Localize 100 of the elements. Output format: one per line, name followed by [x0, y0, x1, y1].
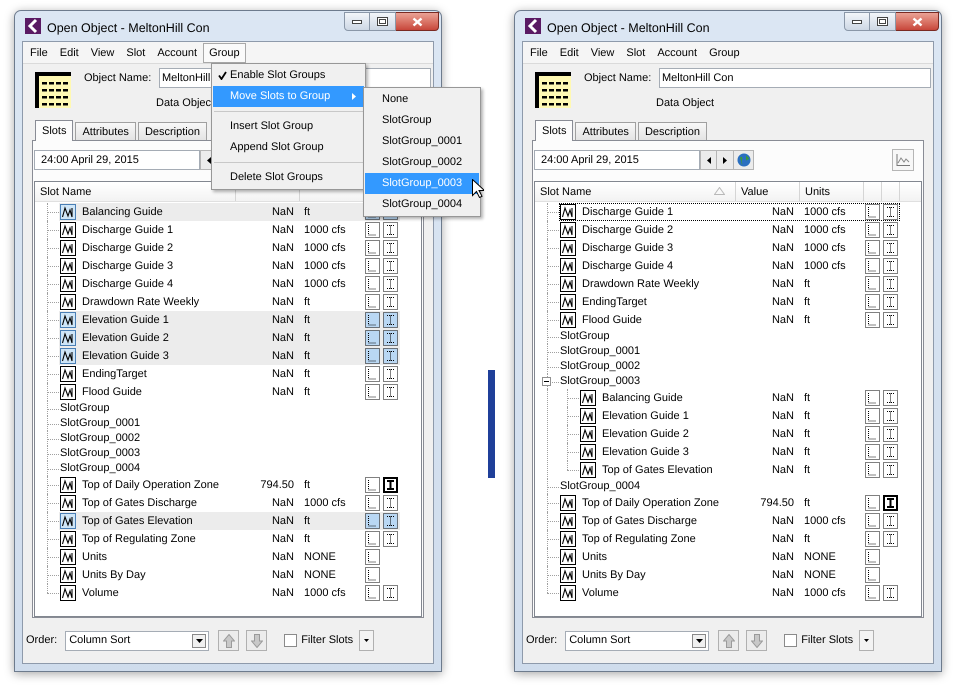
table-row[interactable]: Top of Gates Elevation NaN ft — [59, 512, 400, 530]
flag-icon[interactable] — [365, 567, 380, 583]
flag-icon[interactable] — [883, 585, 898, 601]
flag-icon[interactable] — [883, 240, 898, 256]
flag-icon[interactable] — [865, 204, 880, 220]
flag-icon[interactable] — [865, 258, 880, 274]
tab[interactable]: Slots — [35, 120, 74, 141]
menu-item[interactable]: Append Slot Group — [213, 137, 364, 158]
menu-item[interactable]: Edit — [54, 42, 85, 62]
flag-icon[interactable] — [365, 513, 380, 529]
flag-icon[interactable] — [865, 240, 880, 256]
flag-icon[interactable] — [365, 258, 380, 274]
table-cell[interactable]: SlotGroup_0002 — [59, 431, 140, 446]
plot-button[interactable] — [892, 149, 914, 171]
flag-icon[interactable] — [383, 222, 398, 238]
menu-item[interactable]: Account — [151, 42, 204, 62]
table-row[interactable]: Top of Gates Elevation NaN ft — [579, 461, 900, 479]
menu-item[interactable]: File — [24, 42, 54, 62]
flag-icon[interactable] — [865, 513, 880, 529]
flag-icon[interactable] — [883, 444, 898, 460]
order-dropdown[interactable]: Column Sort — [565, 630, 710, 650]
table-row[interactable]: Flood Guide NaN ft — [559, 311, 900, 329]
table-row[interactable]: Top of Gates Discharge NaN 1000 cfs — [559, 512, 900, 530]
column-header[interactable]: Units — [800, 182, 864, 201]
table-row[interactable]: Units By Day NaN NONE — [559, 566, 900, 584]
menu-item[interactable]: SlotGroup — [365, 110, 479, 131]
flag-icon[interactable] — [365, 222, 380, 238]
flag-icon[interactable] — [883, 408, 898, 424]
checkbox[interactable] — [784, 634, 798, 647]
column-header[interactable]: Value — [736, 182, 800, 201]
table-row[interactable]: Volume NaN 1000 cfs — [59, 584, 400, 602]
menu-item[interactable]: View — [584, 42, 620, 62]
flag-icon[interactable] — [383, 384, 398, 400]
menu-item[interactable]: None — [365, 89, 479, 110]
table-row[interactable]: Discharge Guide 2 NaN 1000 cfs — [59, 239, 400, 257]
flag-icon[interactable] — [365, 531, 380, 547]
table-row[interactable]: Units NaN NONE — [559, 548, 900, 566]
table-cell[interactable]: SlotGroup_0001 — [59, 416, 140, 431]
flag-icon[interactable] — [383, 585, 398, 601]
checkbox[interactable] — [284, 634, 298, 647]
table-row[interactable]: Volume NaN 1000 cfs — [559, 584, 900, 602]
table-cell[interactable]: SlotGroup_0002 — [559, 359, 640, 374]
flag-icon[interactable] — [365, 240, 380, 256]
flag-icon[interactable] — [883, 462, 898, 478]
minimize-button[interactable] — [844, 12, 870, 31]
flag-icon[interactable] — [883, 513, 898, 529]
table-row[interactable]: Top of Regulating Zone NaN ft — [59, 530, 400, 548]
table-row[interactable]: Balancing Guide NaN ft — [579, 389, 900, 407]
flag-icon[interactable] — [883, 312, 898, 328]
table-row[interactable]: Discharge Guide 1 NaN 1000 cfs — [559, 203, 900, 221]
maximize-button[interactable] — [370, 12, 396, 31]
flag-icon[interactable] — [365, 477, 380, 493]
table-row[interactable]: Flood Guide NaN ft — [59, 383, 400, 401]
next-button[interactable] — [717, 150, 734, 170]
table-row[interactable]: Units NaN NONE — [59, 548, 400, 566]
table-cell[interactable]: SlotGroup — [59, 401, 110, 416]
table-row[interactable]: Top of Daily Operation Zone 794.50 ft — [59, 476, 400, 494]
object-name-field[interactable]: MeltonHill Con — [659, 68, 931, 88]
flag-icon[interactable] — [383, 348, 398, 364]
flag-icon[interactable] — [383, 294, 398, 310]
table-row[interactable]: Discharge Guide 3 NaN 1000 cfs — [559, 239, 900, 257]
flag-icon[interactable] — [365, 549, 380, 565]
flag-icon[interactable] — [883, 495, 898, 511]
table-row[interactable]: Elevation Guide 3 NaN ft — [579, 443, 900, 461]
close-button[interactable] — [396, 12, 439, 31]
flag-icon[interactable] — [883, 258, 898, 274]
table-cell[interactable]: SlotGroup_0003 — [59, 446, 140, 461]
table-cell[interactable]: SlotGroup_0003 — [559, 374, 640, 389]
flag-icon[interactable] — [865, 426, 880, 442]
collapse-button[interactable] — [542, 377, 551, 386]
flag-icon[interactable] — [365, 348, 380, 364]
table-row[interactable]: Top of Daily Operation Zone 794.50 ft — [559, 494, 900, 512]
menu-item[interactable]: View — [84, 42, 120, 62]
table-cell[interactable]: SlotGroup_0001 — [559, 344, 640, 359]
flag-icon[interactable] — [365, 585, 380, 601]
tab[interactable]: Slots — [535, 120, 574, 141]
table-row[interactable]: Elevation Guide 1 NaN ft — [59, 311, 400, 329]
flag-icon[interactable] — [383, 513, 398, 529]
date-field[interactable]: 24:00 April 29, 2015 — [534, 150, 700, 170]
flag-icon[interactable] — [883, 390, 898, 406]
flag-icon[interactable] — [865, 549, 880, 565]
filter-menu-button[interactable] — [359, 630, 374, 651]
flag-icon[interactable] — [865, 567, 880, 583]
flag-icon[interactable] — [383, 276, 398, 292]
flag-icon[interactable] — [865, 312, 880, 328]
table-row[interactable]: Drawdown Rate Weekly NaN ft — [559, 275, 900, 293]
tab[interactable]: Description — [138, 122, 207, 140]
menu-item[interactable]: Account — [651, 42, 704, 62]
close-button[interactable] — [896, 12, 939, 31]
flag-icon[interactable] — [865, 276, 880, 292]
maximize-button[interactable] — [870, 12, 896, 31]
table-row[interactable]: Drawdown Rate Weekly NaN ft — [59, 293, 400, 311]
flag-icon[interactable] — [883, 531, 898, 547]
flag-icon[interactable] — [883, 276, 898, 292]
flag-icon[interactable] — [865, 444, 880, 460]
table-row[interactable]: Top of Gates Discharge NaN 1000 cfs — [59, 494, 400, 512]
flag-icon[interactable] — [365, 312, 380, 328]
table-row[interactable]: Elevation Guide 3 NaN ft — [59, 347, 400, 365]
flag-icon[interactable] — [383, 477, 398, 493]
menu-item[interactable]: File — [524, 42, 554, 62]
